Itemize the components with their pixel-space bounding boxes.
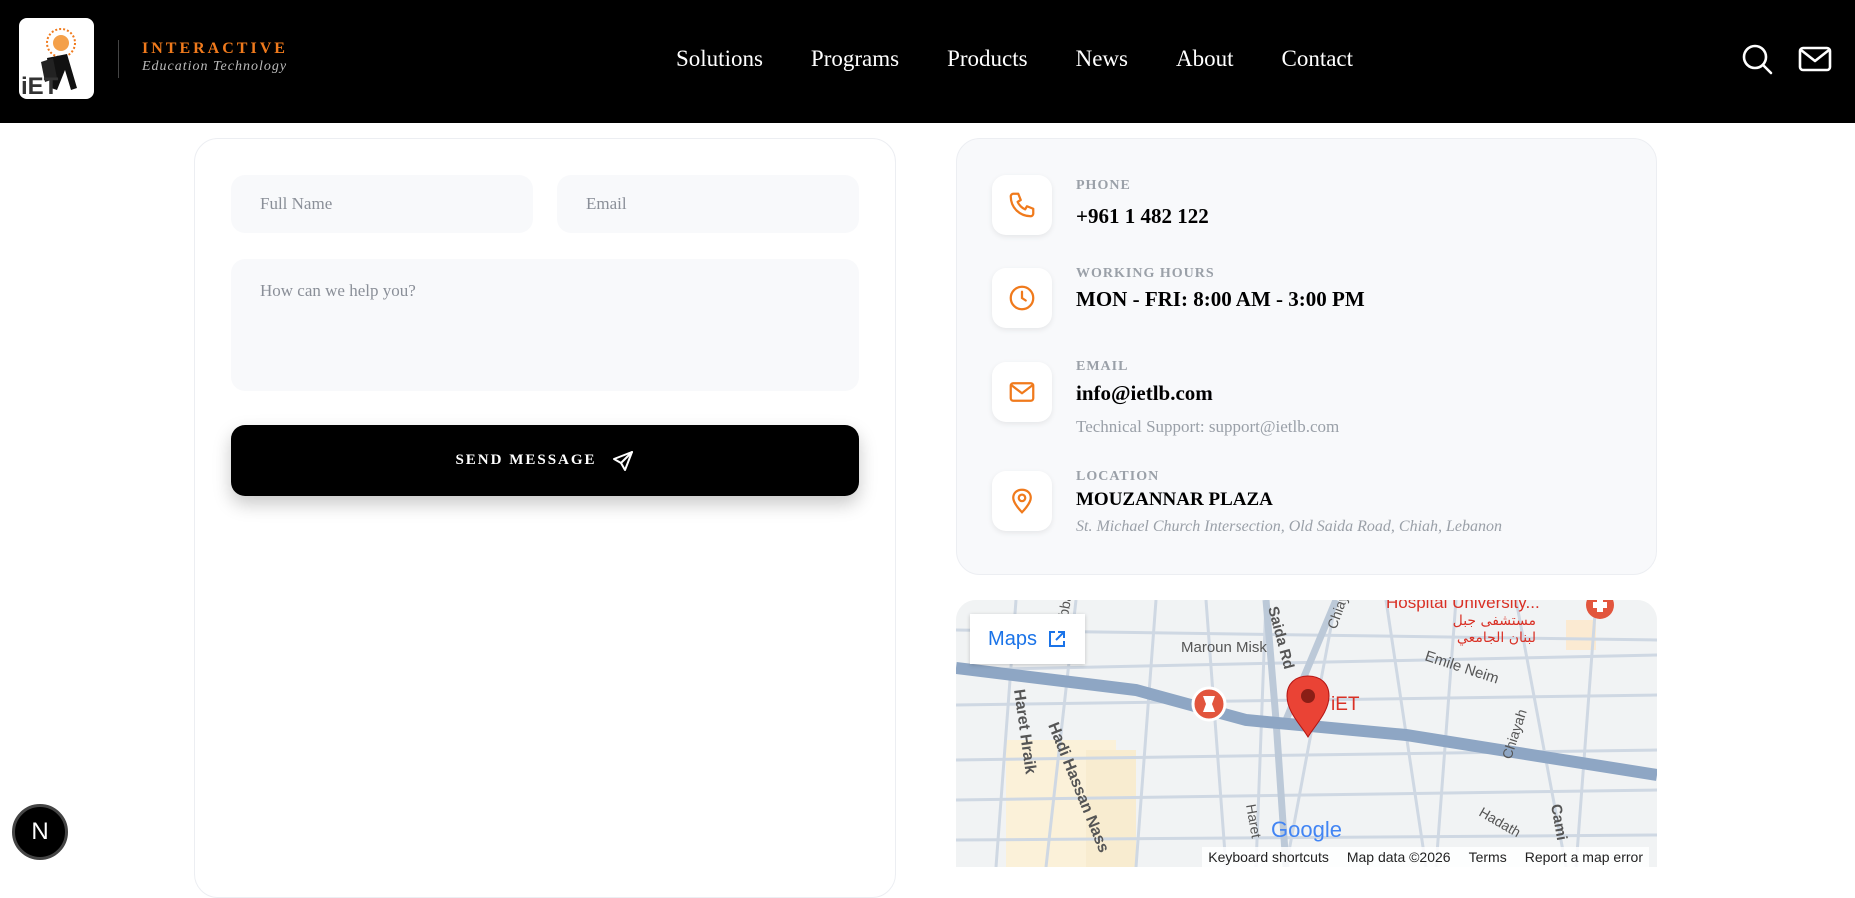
phone-label: PHONE [1076,178,1131,193]
top-navbar: iET INTERACTIVE Education Technology Sol… [0,0,1855,123]
brand-tagline: Education Technology [142,59,288,74]
hours-value: MON - FRI: 8:00 AM - 3:00 PM [1076,287,1365,311]
phone-icon-box [992,175,1052,235]
terms-link[interactable]: Terms [1469,849,1507,865]
phone-icon [1009,192,1035,218]
nav-programs[interactable]: Programs [811,46,899,72]
message-textarea[interactable]: How can we help you? [231,259,859,391]
nav-news[interactable]: News [1076,46,1128,72]
nav-about[interactable]: About [1176,46,1234,72]
send-message-label: SEND MESSAGE [455,452,597,468]
brand-logo[interactable]: iET [19,18,94,99]
open-in-maps-button[interactable]: Maps [970,614,1085,664]
email-value[interactable]: info@ietlb.com [1076,381,1213,406]
logo-divider [118,40,119,78]
email-placeholder: Email [586,194,627,213]
location-address: St. Michael Church Intersection, Old Sai… [1076,518,1503,535]
external-link-icon [1048,631,1065,647]
poi-hospital-arabic-1: مستشفى جبل [1453,613,1536,629]
brand-name: INTERACTIVE [142,40,288,57]
nav-solutions[interactable]: Solutions [676,46,763,72]
logo-text: iET [21,73,59,99]
map-footer: Keyboard shortcuts Map data ©2026 Terms … [1202,847,1649,867]
full-name-placeholder: Full Name [260,194,333,213]
clock-icon [1009,285,1035,311]
contact-info-card [956,138,1657,575]
email-input[interactable]: Email [557,175,859,233]
send-icon [612,450,633,471]
marker-label: iET [1331,694,1360,715]
dev-tools-badge[interactable]: N [12,804,68,860]
email-icon-box [992,362,1052,422]
full-name-input[interactable]: Full Name [231,175,533,233]
location-label: LOCATION [1076,469,1160,484]
poi-hospital-arabic-2: لبنان الجامعي [1457,630,1536,646]
send-message-button[interactable]: SEND MESSAGE [231,425,859,496]
google-logo: Google [1271,817,1342,842]
maps-label: Maps [988,627,1037,650]
phone-value[interactable]: +961 1 482 122 [1076,204,1209,229]
search-icon[interactable] [1740,42,1774,76]
report-map-error-link[interactable]: Report a map error [1525,849,1643,865]
location-pin-icon [1012,488,1032,514]
envelope-icon [1009,382,1035,402]
nav-products[interactable]: Products [947,46,1028,72]
message-placeholder: How can we help you? [260,281,416,300]
mail-icon[interactable] [1798,42,1832,76]
poi-marker-icon[interactable] [1191,686,1227,722]
location-icon-box [992,471,1052,531]
main-nav: Solutions Programs Products News About C… [676,46,1353,72]
contact-form-card [194,138,896,898]
hours-label: WORKING HOURS [1076,266,1215,281]
keyboard-shortcuts-link[interactable]: Keyboard shortcuts [1208,849,1329,865]
dev-badge-letter: N [31,818,49,845]
street-label: Maroun Misk [1181,639,1267,656]
map-data-text: Map data ©2026 [1346,849,1451,865]
poi-hospital-label: Hospital University... [1386,600,1540,612]
email-label: EMAIL [1076,359,1129,374]
google-map[interactable]: Maroun Misk Saida Rd Emile Neim Haret Hr… [956,600,1657,867]
clock-icon-box [992,268,1052,328]
support-email[interactable]: Technical Support: support@ietlb.com [1076,417,1339,437]
location-value: MOUZANNAR PLAZA [1076,489,1273,510]
nav-contact[interactable]: Contact [1281,46,1353,72]
